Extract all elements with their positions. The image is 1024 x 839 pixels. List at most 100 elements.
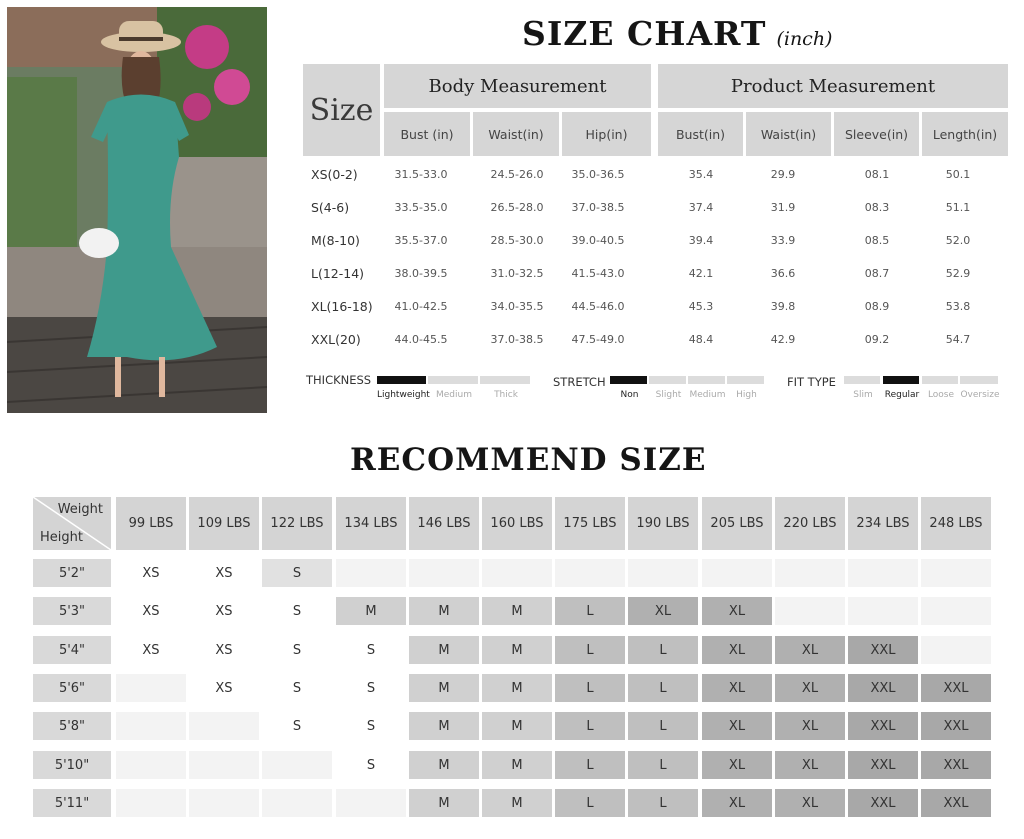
recommend-size-cell: L bbox=[628, 751, 698, 779]
size-value-cell: 44.5-46.0 bbox=[571, 300, 625, 313]
recommend-size-cell bbox=[848, 559, 918, 587]
scale-segment bbox=[428, 376, 478, 384]
recommend-size-cell: S bbox=[262, 712, 332, 740]
recommend-size-cell: S bbox=[336, 674, 406, 702]
height-label: 5'6" bbox=[33, 674, 111, 702]
scale-segment bbox=[377, 376, 426, 384]
weight-header: 109 LBS bbox=[189, 497, 259, 550]
recommend-size-cell bbox=[921, 597, 991, 625]
size-row-label: M(8-10) bbox=[311, 233, 360, 248]
recommend-size-cell: M bbox=[482, 674, 552, 702]
size-value-cell: 45.3 bbox=[688, 300, 714, 313]
recommend-size-cell: L bbox=[555, 597, 625, 625]
recommend-size-cell: M bbox=[482, 751, 552, 779]
scale-segment bbox=[649, 376, 686, 384]
recommend-size-cell: L bbox=[555, 789, 625, 817]
recommend-size-cell bbox=[775, 559, 845, 587]
weight-header: 248 LBS bbox=[921, 497, 991, 550]
recommend-size-cell: XS bbox=[116, 559, 186, 587]
size-value-cell: 39.0-40.5 bbox=[571, 234, 625, 247]
weight-header: 146 LBS bbox=[409, 497, 479, 550]
size-value-cell: 35.0-36.5 bbox=[571, 168, 625, 181]
scale-option: High bbox=[736, 390, 757, 400]
size-chart-title: SIZE CHART (inch) bbox=[522, 14, 833, 53]
size-value-cell: 31.5-33.0 bbox=[394, 168, 448, 181]
recommend-size-cell bbox=[555, 559, 625, 587]
size-value-cell: 31.9 bbox=[770, 201, 796, 214]
size-value-cell: 08.3 bbox=[864, 201, 890, 214]
recommend-size-cell bbox=[262, 789, 332, 817]
recommend-size-cell: XL bbox=[775, 712, 845, 740]
weight-header: 234 LBS bbox=[848, 497, 918, 550]
size-value-cell: 37.0-38.5 bbox=[571, 201, 625, 214]
size-value-cell: 41.5-43.0 bbox=[571, 267, 625, 280]
scale-option: Oversize bbox=[960, 390, 1000, 400]
recommend-size-cell: XS bbox=[189, 636, 259, 664]
recommend-size-cell: M bbox=[409, 636, 479, 664]
recommend-size-cell bbox=[921, 636, 991, 664]
recommend-size-cell bbox=[482, 559, 552, 587]
recommend-size-cell bbox=[189, 751, 259, 779]
recommend-size-cell: M bbox=[409, 674, 479, 702]
scale-option: Loose bbox=[927, 390, 955, 400]
recommend-size-cell: XL bbox=[702, 712, 772, 740]
recommend-size-cell: M bbox=[482, 712, 552, 740]
recommend-size-cell: S bbox=[336, 636, 406, 664]
scale-segment bbox=[727, 376, 764, 384]
recommend-size-cell: XS bbox=[116, 636, 186, 664]
size-value-cell: 37.4 bbox=[688, 201, 714, 214]
recommend-size-cell: XL bbox=[702, 674, 772, 702]
size-value-cell: 08.9 bbox=[864, 300, 890, 313]
recommend-size-cell: XS bbox=[189, 559, 259, 587]
height-label: 5'8" bbox=[33, 712, 111, 740]
size-value-cell: 53.8 bbox=[945, 300, 971, 313]
height-label: 5'10" bbox=[33, 751, 111, 779]
recommend-size-cell: S bbox=[262, 636, 332, 664]
size-value-cell: 28.5-30.0 bbox=[490, 234, 544, 247]
recommend-size-cell: S bbox=[336, 751, 406, 779]
size-value-cell: 26.5-28.0 bbox=[490, 201, 544, 214]
recommend-size-cell: L bbox=[628, 636, 698, 664]
model-photo bbox=[7, 7, 267, 413]
recommend-size-cell: XL bbox=[775, 789, 845, 817]
recommend-size-cell bbox=[116, 712, 186, 740]
recommend-size-cell: S bbox=[262, 597, 332, 625]
size-value-cell: 09.2 bbox=[864, 333, 890, 346]
recommend-size-cell: M bbox=[482, 597, 552, 625]
recommend-size-cell: M bbox=[409, 751, 479, 779]
size-value-cell: 37.0-38.5 bbox=[490, 333, 544, 346]
size-value-cell: 35.4 bbox=[688, 168, 714, 181]
corner-height-label: Height bbox=[40, 530, 83, 545]
size-value-cell: 44.0-45.5 bbox=[394, 333, 448, 346]
scale-option: Medium bbox=[689, 390, 726, 400]
column-header: Waist(in) bbox=[473, 112, 559, 156]
column-header: Waist(in) bbox=[746, 112, 831, 156]
scale-option: Lightweight bbox=[377, 390, 430, 400]
recommend-size-cell: XXL bbox=[921, 789, 991, 817]
recommend-size-cell: XL bbox=[775, 751, 845, 779]
size-value-cell: 54.7 bbox=[945, 333, 971, 346]
size-value-cell: 08.1 bbox=[864, 168, 890, 181]
size-row-label: L(12-14) bbox=[311, 266, 365, 281]
size-value-cell: 36.6 bbox=[770, 267, 796, 280]
recommend-size-cell: XL bbox=[702, 636, 772, 664]
recommend-size-cell bbox=[775, 597, 845, 625]
size-row-label: XXL(20) bbox=[311, 332, 361, 347]
recommend-size-cell: M bbox=[336, 597, 406, 625]
size-value-cell: 33.9 bbox=[770, 234, 796, 247]
scale-option: Slim bbox=[853, 390, 873, 400]
size-row-label: S(4-6) bbox=[311, 200, 350, 215]
body-measurement-header: Body Measurement bbox=[384, 64, 651, 108]
recommend-size-cell: XXL bbox=[848, 751, 918, 779]
scale-label: THICKNESS bbox=[306, 373, 372, 387]
weight-header: 190 LBS bbox=[628, 497, 698, 550]
scale-segment bbox=[844, 376, 880, 384]
scale-segment bbox=[688, 376, 725, 384]
size-value-cell: 08.5 bbox=[864, 234, 890, 247]
recommend-corner-cell: Weight Height bbox=[33, 497, 111, 550]
recommend-size-cell: S bbox=[336, 712, 406, 740]
size-value-cell: 35.5-37.0 bbox=[394, 234, 448, 247]
size-chart-unit: (inch) bbox=[776, 28, 833, 50]
recommend-size-cell: XXL bbox=[848, 636, 918, 664]
recommend-size-cell: XL bbox=[775, 636, 845, 664]
